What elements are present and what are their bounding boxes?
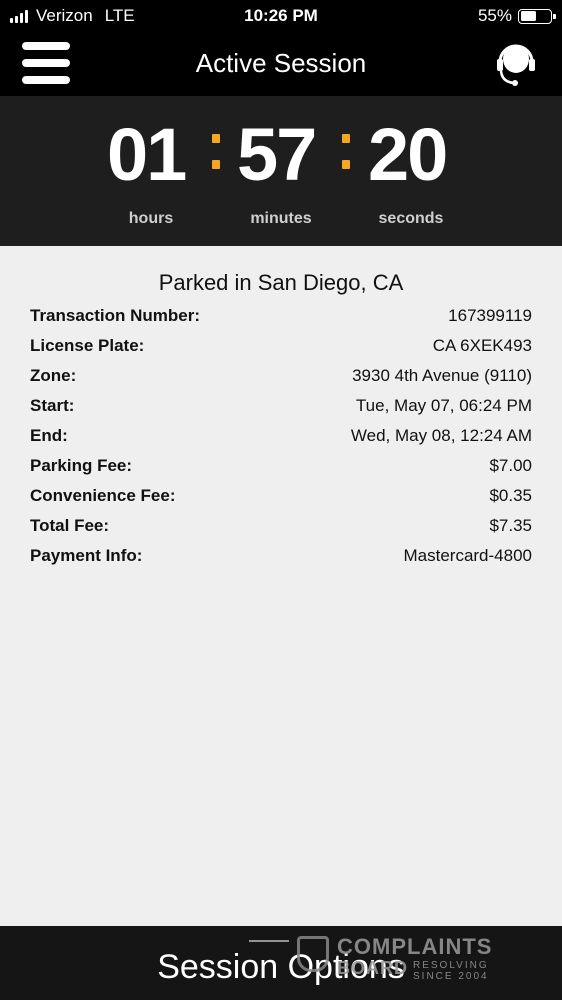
- watermark-tagline-2: SINCE 2004: [413, 971, 489, 982]
- watermark-brand: COMPLAINTS: [337, 934, 493, 959]
- detail-row-transaction: Transaction Number: 167399119: [30, 306, 532, 336]
- hours-label: hours: [128, 210, 174, 227]
- detail-value: 167399119: [448, 306, 532, 325]
- detail-value: Wed, May 08, 12:24 AM: [350, 426, 532, 445]
- detail-value: CA 6XEK493: [432, 336, 532, 355]
- detail-row-end: End: Wed, May 08, 12:24 AM: [30, 426, 532, 456]
- minutes-label: minutes: [250, 210, 312, 227]
- detail-label: Transaction Number:: [30, 306, 201, 325]
- status-right: 55%: [477, 6, 556, 26]
- detail-row-payment-info: Payment Info: Mastercard-4800: [30, 546, 532, 576]
- session-details: Parked in San Diego, CA Transaction Numb…: [0, 246, 562, 926]
- bottom-bar: Session Options COMPLAINTS BOARD RESOLVI…: [0, 926, 562, 1000]
- battery-percent: 55%: [477, 6, 512, 25]
- page-title: Active Session: [195, 48, 367, 78]
- battery-cap: [553, 13, 556, 19]
- detail-row-convenience-fee: Convenience Fee: $0.35: [30, 486, 532, 516]
- nav-bar: Active Session: [0, 32, 562, 96]
- watermark-logo: COMPLAINTS BOARD RESOLVING SINCE 2004: [249, 934, 512, 984]
- detail-value: Mastercard-4800: [403, 546, 532, 565]
- watermark-line: [249, 940, 289, 942]
- status-bar: Verizon LTE 10:26 PM 55%: [0, 0, 562, 32]
- detail-label: Zone:: [30, 366, 77, 385]
- timer-seconds: 20: [368, 113, 448, 196]
- detail-row-start: Start: Tue, May 07, 06:24 PM: [30, 396, 532, 426]
- battery-icon: [518, 8, 556, 24]
- battery-fill: [520, 11, 536, 21]
- watermark-tagline-1: RESOLVING: [413, 960, 489, 971]
- detail-value: $7.00: [489, 456, 532, 475]
- detail-value: $0.35: [489, 486, 532, 505]
- detail-label: Payment Info:: [30, 546, 143, 565]
- shield-icon: [297, 936, 329, 972]
- detail-value: 3930 4th Avenue (9110): [352, 366, 532, 385]
- detail-value: $7.35: [489, 516, 532, 535]
- timer-separator: [342, 130, 350, 174]
- parking-location: Parked in San Diego, CA: [158, 270, 404, 295]
- watermark-tagline: RESOLVING SINCE 2004: [413, 960, 489, 982]
- detail-label: Start:: [30, 396, 75, 415]
- watermark-sub: BOARD: [337, 958, 408, 978]
- detail-row-parking-fee: Parking Fee: $7.00: [30, 456, 532, 486]
- detail-label: Parking Fee:: [30, 456, 133, 475]
- seconds-label: seconds: [378, 210, 444, 227]
- detail-label: End:: [30, 426, 68, 445]
- timer-hours: 01: [107, 113, 187, 196]
- detail-row-total-fee: Total Fee: $7.35: [30, 516, 532, 546]
- timer-minutes: 57: [237, 113, 317, 196]
- detail-label: License Plate:: [30, 336, 145, 355]
- detail-label: Total Fee:: [30, 516, 110, 535]
- detail-value: Tue, May 07, 06:24 PM: [355, 396, 532, 415]
- timer-separator: [212, 130, 220, 174]
- detail-row-license-plate: License Plate: CA 6XEK493: [30, 336, 532, 366]
- detail-row-zone: Zone: 3930 4th Avenue (9110): [30, 366, 532, 396]
- countdown-timer: 01 57 20 hours minutes seconds: [0, 96, 562, 246]
- detail-label: Convenience Fee:: [30, 486, 176, 505]
- headset-icon[interactable]: [496, 40, 536, 88]
